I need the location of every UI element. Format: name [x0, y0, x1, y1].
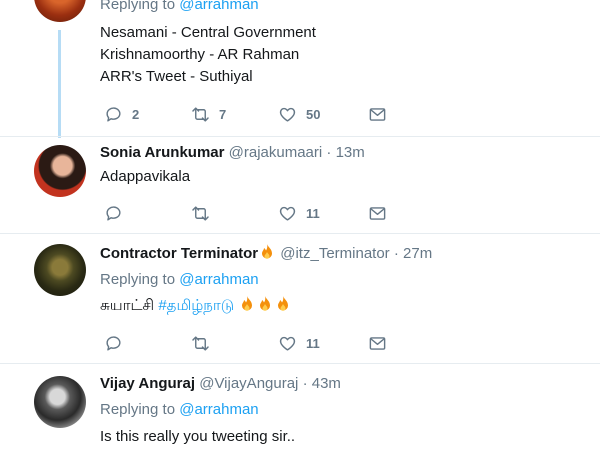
- tweet-text-word: சுயாட்சி: [100, 297, 155, 314]
- timestamp[interactable]: · 13m: [326, 144, 364, 161]
- fire-emoji: [242, 296, 253, 311]
- fire-emoji: [260, 296, 271, 311]
- like-button[interactable]: 11: [278, 333, 320, 353]
- tweet-header: Contractor Terminator @itz_Terminator · …: [100, 243, 432, 262]
- tweet-text-line: Krishnamoorthy - AR Rahman: [100, 46, 300, 63]
- replying-to-link[interactable]: @arrahman: [179, 271, 258, 288]
- dm-button[interactable]: [368, 104, 387, 124]
- retweet-icon: [192, 335, 209, 351]
- retweet-button[interactable]: [191, 203, 210, 223]
- divider: [0, 136, 600, 137]
- tweet-header: Sonia Arunkumar @rajakumaari · 13m: [100, 144, 365, 161]
- like-count: 11: [306, 335, 320, 351]
- retweet-button[interactable]: [191, 333, 210, 353]
- tweet-text: சுயாட்சி #தமிழ்நாடு: [100, 295, 292, 317]
- envelope-icon: [369, 336, 386, 350]
- hashtag-link[interactable]: #தமிழ்நாடு: [158, 297, 234, 314]
- fire-emoji: [278, 296, 289, 311]
- fire-emoji: [262, 244, 273, 259]
- heart-icon: [279, 206, 296, 221]
- avatar[interactable]: [34, 0, 86, 22]
- replying-to: Replying to @arrahman: [100, 401, 259, 418]
- reply-icon: [106, 106, 121, 122]
- reply-button[interactable]: 2: [104, 104, 139, 124]
- replying-to: Replying to @arrahman: [100, 271, 259, 288]
- like-count: 11: [306, 205, 320, 221]
- display-name[interactable]: Sonia Arunkumar: [100, 144, 224, 161]
- user-handle[interactable]: @rajakumaari: [229, 144, 323, 161]
- like-count: 50: [306, 106, 321, 122]
- divider: [0, 363, 600, 364]
- tweet-text-line: ARR's Tweet - Suthiyal: [100, 68, 253, 85]
- retweet-icon: [192, 205, 209, 221]
- display-name[interactable]: Vijay Anguraj: [100, 375, 195, 392]
- envelope-icon: [369, 206, 386, 220]
- replying-to-link[interactable]: @arrahman: [179, 0, 258, 13]
- timestamp[interactable]: · 43m: [303, 375, 341, 392]
- replying-to: Replying to @arrahman: [100, 0, 259, 13]
- replying-to-link[interactable]: @arrahman: [179, 401, 258, 418]
- reply-icon: [106, 205, 121, 221]
- retweet-icon: [192, 106, 209, 122]
- thread-line: [58, 30, 61, 138]
- tweet-header: Vijay Anguraj @VijayAnguraj · 43m: [100, 375, 341, 392]
- retweet-count: 7: [219, 106, 227, 122]
- user-handle[interactable]: @itz_Terminator: [280, 245, 389, 262]
- like-button[interactable]: 11: [278, 203, 320, 223]
- reply-count: 2: [132, 106, 140, 122]
- avatar[interactable]: [34, 376, 86, 428]
- tweet-text: Adappavikala: [100, 168, 191, 185]
- display-name[interactable]: Contractor Terminator: [100, 245, 258, 262]
- dm-button[interactable]: [368, 203, 387, 223]
- reply-button[interactable]: [104, 333, 123, 353]
- heart-icon: [279, 336, 296, 351]
- user-handle[interactable]: @VijayAnguraj: [199, 375, 298, 392]
- retweet-button[interactable]: 7: [191, 104, 226, 124]
- avatar[interactable]: [34, 145, 86, 197]
- envelope-icon: [369, 107, 386, 121]
- timestamp[interactable]: · 27m: [394, 245, 432, 262]
- tweet-text: Is this really you tweeting sir..: [100, 428, 296, 445]
- avatar[interactable]: [34, 244, 86, 296]
- heart-icon: [279, 107, 296, 122]
- dm-button[interactable]: [368, 333, 387, 353]
- reply-button[interactable]: [104, 203, 123, 223]
- like-button[interactable]: 50: [278, 104, 320, 124]
- divider: [0, 233, 600, 234]
- reply-icon: [106, 335, 121, 351]
- tweet-text-line: Nesamani - Central Government: [100, 24, 316, 41]
